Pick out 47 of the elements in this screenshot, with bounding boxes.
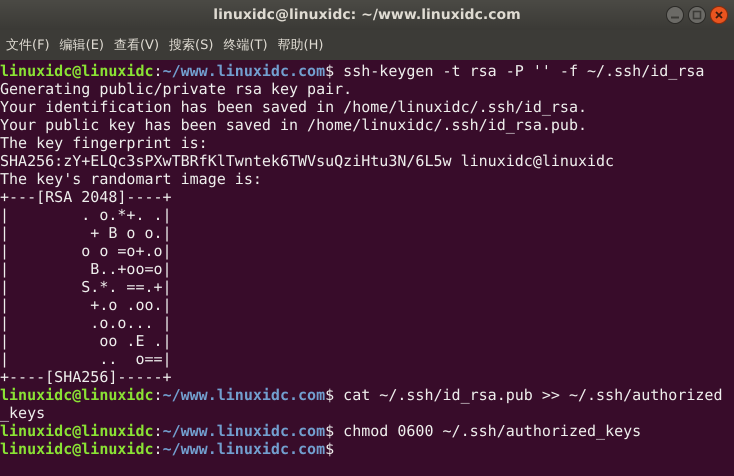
output-line: | . o.*+. .| xyxy=(0,206,172,224)
output-line: | o o =o+.o| xyxy=(0,242,172,260)
prompt-path: ~/www.linuxidc.com xyxy=(162,440,326,458)
prompt-user: linuxidc@linuxidc xyxy=(0,422,154,440)
output-line: Your public key has been saved in /home/linuxidc/.ssh/id_rsa.pub. xyxy=(0,116,587,134)
prompt-symbol: $ xyxy=(325,422,334,440)
output-line: +---[RSA 2048]----+ xyxy=(0,188,172,206)
output-line: Your identification has been saved in /home/linuxidc/.ssh/id_rsa. xyxy=(0,98,587,116)
output-line: | S.*. ==.+| xyxy=(0,278,172,296)
output-line: _keys xyxy=(0,404,46,422)
prompt-path: ~/www.linuxidc.com xyxy=(162,62,326,80)
prompt-symbol: $ xyxy=(325,386,334,404)
prompt-path: ~/www.linuxidc.com xyxy=(162,422,326,440)
menu-item[interactable]: 终端(T) xyxy=(223,34,268,56)
prompt-symbol: $ xyxy=(325,62,334,80)
menu-item[interactable]: 帮助(H) xyxy=(278,34,324,56)
output-line: | .. o==| xyxy=(0,350,172,368)
prompt-separator: : xyxy=(154,422,163,440)
prompt-separator: : xyxy=(154,440,163,458)
command-text: ssh-keygen -t rsa -P '' -f ~/.ssh/id_rsa xyxy=(342,62,704,80)
menu-item[interactable]: 编辑(E) xyxy=(60,34,104,56)
maximize-icon[interactable] xyxy=(688,6,706,24)
minimize-icon[interactable] xyxy=(666,6,684,24)
output-line: Generating public/private rsa key pair. xyxy=(0,80,352,98)
output-line: SHA256:zY+ELQc3sPXwTBRfKlTwntek6TWVsuQziHtu3N/6L5w linuxidc@linuxidc xyxy=(0,152,614,170)
output-line: | .o.o... | xyxy=(0,314,172,332)
command-text: cat ~/.ssh/id_rsa.pub >> ~/.ssh/authorized xyxy=(342,386,722,404)
window-title: linuxidc@linuxidc: ~/www.linuxidc.com xyxy=(213,7,521,23)
menu-item[interactable]: 搜索(S) xyxy=(169,34,214,56)
output-line: | oo .E .| xyxy=(0,332,172,350)
output-line: | + B o o.| xyxy=(0,224,172,242)
prompt-symbol: $ xyxy=(325,440,334,458)
prompt-user: linuxidc@linuxidc xyxy=(0,386,154,404)
menu-item[interactable]: 文件(F) xyxy=(6,34,50,56)
output-line: | B..+oo=o| xyxy=(0,260,172,278)
output-line: | +.o .oo.| xyxy=(0,296,172,314)
menu-item[interactable]: 查看(V) xyxy=(114,34,160,56)
prompt-user: linuxidc@linuxidc xyxy=(0,440,154,458)
command-text: chmod 0600 ~/.ssh/authorized_keys xyxy=(342,422,642,440)
output-line: The key's randomart image is: xyxy=(0,170,262,188)
close-icon[interactable] xyxy=(710,6,728,24)
prompt-user: linuxidc@linuxidc xyxy=(0,62,154,80)
output-line: +----[SHA256]-----+ xyxy=(0,368,172,386)
output-line: The key fingerprint is: xyxy=(0,134,208,152)
prompt-path: ~/www.linuxidc.com xyxy=(162,386,326,404)
prompt-separator: : xyxy=(154,62,163,80)
prompt-separator: : xyxy=(154,386,163,404)
